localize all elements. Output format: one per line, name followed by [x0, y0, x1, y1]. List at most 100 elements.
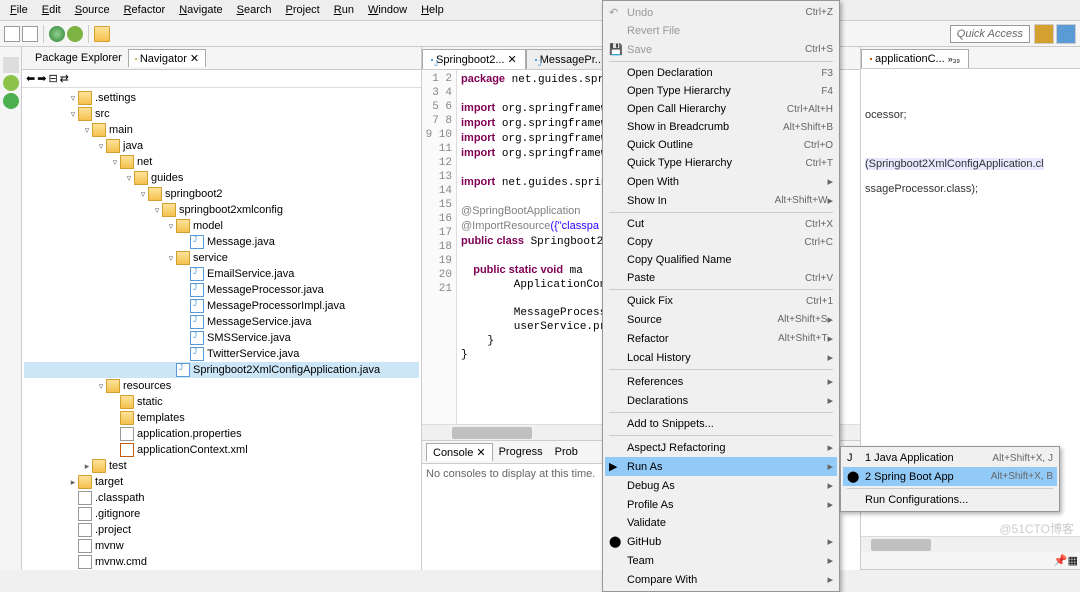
- menu-item-local-history[interactable]: Local History ▸: [605, 348, 837, 367]
- minimize-icon[interactable]: [3, 57, 19, 73]
- submenu-item[interactable]: Run Configurations...: [843, 491, 1057, 509]
- run-as-submenu[interactable]: J1 Java ApplicationAlt+Shift+X, J⬤2 Spri…: [840, 446, 1060, 512]
- open-icon[interactable]: [94, 26, 110, 42]
- menu-item-cut[interactable]: CutCtrl+X: [605, 215, 837, 233]
- tree-item[interactable]: ▿.settings: [24, 90, 419, 106]
- menu-item-aspectj-refactoring[interactable]: AspectJ Refactoring ▸: [605, 438, 837, 457]
- new-icon[interactable]: [4, 26, 20, 42]
- tree-item[interactable]: ▿springboot2: [24, 186, 419, 202]
- menu-item-quick-type-hierarchy[interactable]: Quick Type HierarchyCtrl+T: [605, 154, 837, 172]
- tree-item[interactable]: ▿src: [24, 106, 419, 122]
- menu-item-add-to-snippets-[interactable]: Add to Snippets...: [605, 415, 837, 433]
- tree-item[interactable]: MessageService.java: [24, 314, 419, 330]
- tree-item[interactable]: SMSService.java: [24, 330, 419, 346]
- menu-item-github[interactable]: ⬤GitHub ▸: [605, 532, 837, 551]
- menu-search[interactable]: Search: [231, 2, 278, 18]
- tree-item[interactable]: templates: [24, 410, 419, 426]
- tree-item[interactable]: ▸test: [24, 458, 419, 474]
- editor-tab[interactable]: MessagePr...: [526, 49, 613, 69]
- tree-item[interactable]: ▿resources: [24, 378, 419, 394]
- tab-problems[interactable]: Prob: [549, 444, 584, 460]
- menu-item-run-as[interactable]: ▶Run As ▸: [605, 457, 837, 476]
- tab-console[interactable]: Console ✕: [426, 443, 493, 461]
- tree-item[interactable]: .gitignore: [24, 506, 419, 522]
- menu-item-refactor[interactable]: RefactorAlt+Shift+T ▸: [605, 329, 837, 348]
- tab-application-context[interactable]: applicationC... »₃₉: [861, 49, 969, 68]
- tree-item[interactable]: ▸target: [24, 474, 419, 490]
- debug-perspective-icon[interactable]: [1056, 24, 1076, 44]
- tree-item[interactable]: ▿guides: [24, 170, 419, 186]
- tree-item[interactable]: Springboot2XmlConfigApplication.java: [24, 362, 419, 378]
- save-icon[interactable]: [22, 26, 38, 42]
- tree-item[interactable]: .project: [24, 522, 419, 538]
- menu-item-profile-as[interactable]: Profile As ▸: [605, 495, 837, 514]
- menu-item-copy-qualified-name[interactable]: Copy Qualified Name: [605, 251, 837, 269]
- menu-item-open-declaration[interactable]: Open DeclarationF3: [605, 64, 837, 82]
- menu-project[interactable]: Project: [280, 2, 326, 18]
- menu-help[interactable]: Help: [415, 2, 450, 18]
- forward-icon[interactable]: ➡: [37, 72, 46, 85]
- menu-item-validate[interactable]: Validate: [605, 514, 837, 532]
- menu-refactor[interactable]: Refactor: [118, 2, 172, 18]
- menu-item-source[interactable]: SourceAlt+Shift+S ▸: [605, 310, 837, 329]
- back-icon[interactable]: ⬅: [26, 72, 35, 85]
- menu-item-declarations[interactable]: Declarations ▸: [605, 391, 837, 410]
- tree-item[interactable]: .classpath: [24, 490, 419, 506]
- context-menu[interactable]: ↶UndoCtrl+ZRevert File💾SaveCtrl+SOpen De…: [602, 0, 840, 592]
- pin-icon[interactable]: 📌: [1054, 554, 1068, 567]
- menu-item-show-in[interactable]: Show InAlt+Shift+W ▸: [605, 191, 837, 210]
- tree-item[interactable]: TwitterService.java: [24, 346, 419, 362]
- menu-window[interactable]: Window: [362, 2, 413, 18]
- menu-item-debug-as[interactable]: Debug As ▸: [605, 476, 837, 495]
- quick-access[interactable]: Quick Access: [950, 25, 1030, 43]
- java-perspective-icon[interactable]: [1034, 24, 1054, 44]
- submenu-item[interactable]: ⬤2 Spring Boot AppAlt+Shift+X, B: [843, 467, 1057, 486]
- submenu-item[interactable]: J1 Java ApplicationAlt+Shift+X, J: [843, 449, 1057, 467]
- tree-item[interactable]: ▿java: [24, 138, 419, 154]
- tree-item[interactable]: application.properties: [24, 426, 419, 442]
- menu-item-open-call-hierarchy[interactable]: Open Call HierarchyCtrl+Alt+H: [605, 100, 837, 118]
- menu-item-copy[interactable]: CopyCtrl+C: [605, 233, 837, 251]
- debug-icon[interactable]: [67, 26, 83, 42]
- tab-package-explorer[interactable]: Package Explorer: [26, 50, 128, 66]
- menu-item-team[interactable]: Team ▸: [605, 551, 837, 570]
- tree-item[interactable]: MessageProcessorImpl.java: [24, 298, 419, 314]
- boot-icon[interactable]: [3, 93, 19, 109]
- menu-file[interactable]: File: [4, 2, 34, 18]
- collapse-icon[interactable]: ⊟: [48, 72, 57, 85]
- menu-item-paste[interactable]: PasteCtrl+V: [605, 269, 837, 287]
- menu-item-references[interactable]: References ▸: [605, 372, 837, 391]
- perspective-switcher[interactable]: [1034, 24, 1076, 44]
- menu-item-quick-fix[interactable]: Quick FixCtrl+1: [605, 292, 837, 310]
- tree-item[interactable]: EmailService.java: [24, 266, 419, 282]
- tree-item[interactable]: Message.java: [24, 234, 419, 250]
- tree-item[interactable]: ▿main: [24, 122, 419, 138]
- tree-item[interactable]: ▿net: [24, 154, 419, 170]
- tree-item[interactable]: ▿springboot2xmlconfig: [24, 202, 419, 218]
- menu-item-show-in-breadcrumb[interactable]: Show in BreadcrumbAlt+Shift+B: [605, 118, 837, 136]
- menu-item-compare-with[interactable]: Compare With ▸: [605, 570, 837, 589]
- right-scrollbar[interactable]: [861, 536, 1080, 552]
- display-icon[interactable]: ▦: [1068, 554, 1078, 567]
- tree-item[interactable]: applicationContext.xml: [24, 442, 419, 458]
- tree-item[interactable]: mvnw.cmd: [24, 554, 419, 570]
- tree-item[interactable]: ▿service: [24, 250, 419, 266]
- menu-item-open-with[interactable]: Open With ▸: [605, 172, 837, 191]
- tree-item[interactable]: MessageProcessor.java: [24, 282, 419, 298]
- tree-item[interactable]: ▿model: [24, 218, 419, 234]
- link-icon[interactable]: ⇄: [60, 72, 69, 85]
- task-icon[interactable]: [3, 75, 19, 91]
- run-icon[interactable]: [49, 26, 65, 42]
- navigator-tree[interactable]: ▿.settings▿src▿main▿java▿net▿guides▿spri…: [22, 88, 421, 570]
- menu-edit[interactable]: Edit: [36, 2, 67, 18]
- tree-item[interactable]: mvnw: [24, 538, 419, 554]
- tree-item[interactable]: static: [24, 394, 419, 410]
- tab-navigator[interactable]: Navigator ✕: [128, 49, 206, 67]
- tab-progress[interactable]: Progress: [493, 444, 549, 460]
- menu-run[interactable]: Run: [328, 2, 360, 18]
- menu-item-open-type-hierarchy[interactable]: Open Type HierarchyF4: [605, 82, 837, 100]
- menu-source[interactable]: Source: [69, 2, 116, 18]
- menu-navigate[interactable]: Navigate: [173, 2, 228, 18]
- menu-item-quick-outline[interactable]: Quick OutlineCtrl+O: [605, 136, 837, 154]
- editor-tab[interactable]: Springboot2... ✕: [422, 49, 526, 69]
